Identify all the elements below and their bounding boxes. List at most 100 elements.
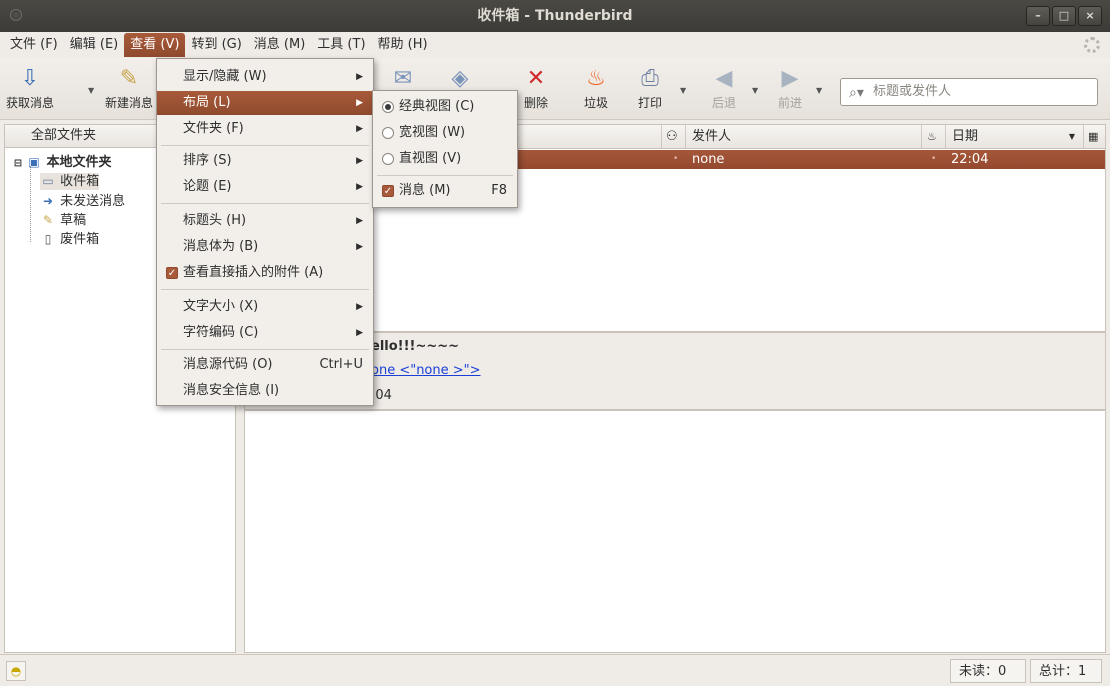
view-menu-encoding[interactable]: 字符编码 (C) ▶ xyxy=(157,321,373,345)
print-button[interactable]: ⎙ 打印 xyxy=(622,60,678,118)
search-placeholder: 标题或发件人 xyxy=(873,84,952,99)
forward-arrow-icon: ▶ xyxy=(781,66,799,91)
back-button[interactable]: ◀ 后退 xyxy=(696,60,752,118)
folder-trash[interactable]: ▯ 废件箱 xyxy=(40,231,99,248)
window-menu-icon[interactable] xyxy=(10,9,22,21)
view-menu-threads[interactable]: 论题 (E) ▶ xyxy=(157,175,373,199)
view-menu-show-hide[interactable]: 显示/隐藏 (W) ▶ xyxy=(157,65,373,89)
layout-classic[interactable]: 经典视图 (C) xyxy=(373,95,517,119)
print-dropdown-icon[interactable]: ▼ xyxy=(680,86,686,95)
layout-message-pane[interactable]: ✓ 消息 (M) F8 xyxy=(373,179,517,203)
maximize-button[interactable]: □ xyxy=(1052,6,1076,26)
view-menu-headers-label: 标题头 (H) xyxy=(183,213,247,228)
column-date-dropdown-icon[interactable]: ▼ xyxy=(1069,125,1075,148)
new-message-label: 新建消息 xyxy=(104,96,153,110)
get-mail-dropdown-icon[interactable]: ▼ xyxy=(88,86,94,95)
folder-local-root-label: 本地文件夹 xyxy=(46,155,112,170)
submenu-arrow-icon: ▶ xyxy=(356,328,363,338)
menu-go[interactable]: 转到 (G) xyxy=(185,33,247,57)
view-menu-sort-label: 排序 (S) xyxy=(183,153,232,168)
new-message-button[interactable]: ✎ 新建消息 xyxy=(98,60,160,118)
view-menu-text-size-label: 文字大小 (X) xyxy=(183,299,259,314)
back-dropdown-icon[interactable]: ▼ xyxy=(752,86,758,95)
inbox-icon: ▭ xyxy=(42,174,54,188)
view-menu-folders-label: 文件夹 (F) xyxy=(183,121,244,136)
reply-icon: ✉ xyxy=(393,66,413,91)
layout-wide[interactable]: 宽视图 (W) xyxy=(373,121,517,145)
close-button[interactable]: × xyxy=(1078,6,1102,26)
forward-dropdown-icon[interactable]: ▼ xyxy=(816,86,822,95)
menu-tools[interactable]: 工具 (T) xyxy=(311,33,371,57)
junk-button[interactable]: ♨ 垃圾 xyxy=(568,60,624,118)
window-title: 收件箱 - Thunderbird xyxy=(477,8,633,24)
trash-icon: ▯ xyxy=(44,232,52,246)
menu-view[interactable]: 查看 (V) xyxy=(124,33,186,57)
view-menu-security-info[interactable]: 消息安全信息 (I) xyxy=(157,379,373,403)
get-mail-button[interactable]: ⇩ 获取消息 xyxy=(2,60,58,118)
folder-inbox[interactable]: ▭ 收件箱 xyxy=(40,173,100,190)
read-column-icon[interactable]: ⚇ xyxy=(661,125,685,148)
folder-drafts[interactable]: ✎ 草稿 xyxy=(40,212,86,229)
folder-unsent[interactable]: ➜ 未发送消息 xyxy=(40,193,125,210)
view-menu-body-as-label: 消息体为 (B) xyxy=(183,239,259,254)
view-menu-layout-label: 布局 (L) xyxy=(183,95,231,110)
tag-icon: ◈ xyxy=(451,66,469,91)
folder-local-root[interactable]: ⊟ ▣ 本地文件夹 xyxy=(10,154,112,172)
view-menu-sort[interactable]: 排序 (S) ▶ xyxy=(157,149,373,173)
menu-separator xyxy=(161,145,369,146)
submenu-arrow-icon: ▶ xyxy=(356,302,363,312)
search-icon: ⌕▾ xyxy=(849,85,864,101)
menu-help[interactable]: 帮助 (H) xyxy=(372,33,434,57)
menu-edit[interactable]: 编辑 (E) xyxy=(64,33,125,57)
title-bar[interactable]: 收件箱 - Thunderbird – □ × xyxy=(0,0,1110,32)
menu-separator xyxy=(161,349,369,350)
menu-file[interactable]: 文件 (F) xyxy=(4,33,64,57)
view-menu-folders[interactable]: 文件夹 (F) ▶ xyxy=(157,117,373,141)
forward-button[interactable]: ▶ 前进 xyxy=(762,60,818,118)
status-bar: ◓ 未读：0 总计：1 xyxy=(0,654,1110,686)
column-sender[interactable]: 发件人 xyxy=(685,125,921,148)
folder-unsent-label: 未发送消息 xyxy=(60,194,126,209)
lightbulb-icon: ◓ xyxy=(6,661,26,681)
message-from-link[interactable]: one <"none >"> xyxy=(371,363,481,378)
message-body[interactable] xyxy=(244,410,1106,653)
view-menu-body-as[interactable]: 消息体为 (B) ▶ xyxy=(157,235,373,259)
view-menu: 显示/隐藏 (W) ▶ 布局 (L) ▶ 文件夹 (F) ▶ 排序 (S) ▶ 论题 (… xyxy=(156,58,374,406)
menu-separator xyxy=(377,175,513,176)
layout-vertical[interactable]: 直视图 (V) xyxy=(373,147,517,171)
collapse-toggle-icon[interactable]: ⊟ xyxy=(10,155,26,172)
download-mail-icon: ⇩ xyxy=(20,66,40,91)
submenu-arrow-icon: ▶ xyxy=(356,156,363,166)
view-menu-text-size[interactable]: 文字大小 (X) ▶ xyxy=(157,295,373,319)
junk-flame-icon: ♨ xyxy=(586,66,606,91)
layout-submenu: 经典视图 (C) 宽视图 (W) 直视图 (V) ✓ 消息 (M) F8 xyxy=(372,90,518,208)
view-menu-inline-attachments-label: 查看直接插入的附件 (A) xyxy=(183,265,324,280)
junk-column-icon[interactable]: ♨ xyxy=(921,125,945,148)
computer-icon: ▣ xyxy=(28,155,40,169)
view-menu-encoding-label: 字符编码 (C) xyxy=(183,325,259,340)
pencil-icon: ✎ xyxy=(119,66,139,91)
search-input[interactable]: ⌕▾ 标题或发件人 xyxy=(840,78,1098,106)
read-status-dot-icon[interactable]: • xyxy=(673,150,678,169)
thunderbird-window: 收件箱 - Thunderbird – □ × 文件 (F) 编辑 (E) 查看… xyxy=(0,0,1110,686)
tree-line xyxy=(30,166,31,242)
submenu-arrow-icon: ▶ xyxy=(356,72,363,82)
printer-icon: ⎙ xyxy=(641,66,659,91)
radio-unselected-icon xyxy=(382,127,394,139)
view-menu-show-hide-label: 显示/隐藏 (W) xyxy=(183,69,267,84)
column-picker-icon[interactable]: ▦ xyxy=(1083,125,1105,148)
thread-row-date: 22:04 xyxy=(951,152,989,167)
junk-status-dot-icon[interactable]: • xyxy=(931,150,936,169)
view-menu-source[interactable]: 消息源代码 (O) Ctrl+U xyxy=(157,353,373,377)
view-menu-layout[interactable]: 布局 (L) ▶ xyxy=(157,91,373,115)
message-subject: ello!!!~~~~ xyxy=(371,339,460,354)
radio-unselected-icon xyxy=(382,153,394,165)
activity-throbber-icon xyxy=(1084,37,1100,53)
minimize-button[interactable]: – xyxy=(1026,6,1050,26)
column-date[interactable]: 日期 ▼ xyxy=(945,125,1083,148)
folder-drafts-label: 草稿 xyxy=(60,213,87,228)
view-menu-headers[interactable]: 标题头 (H) ▶ xyxy=(157,209,373,233)
get-mail-label: 获取消息 xyxy=(5,96,54,110)
view-menu-inline-attachments[interactable]: ✓ 查看直接插入的附件 (A) xyxy=(157,261,373,285)
menu-message[interactable]: 消息 (M) xyxy=(248,33,312,57)
